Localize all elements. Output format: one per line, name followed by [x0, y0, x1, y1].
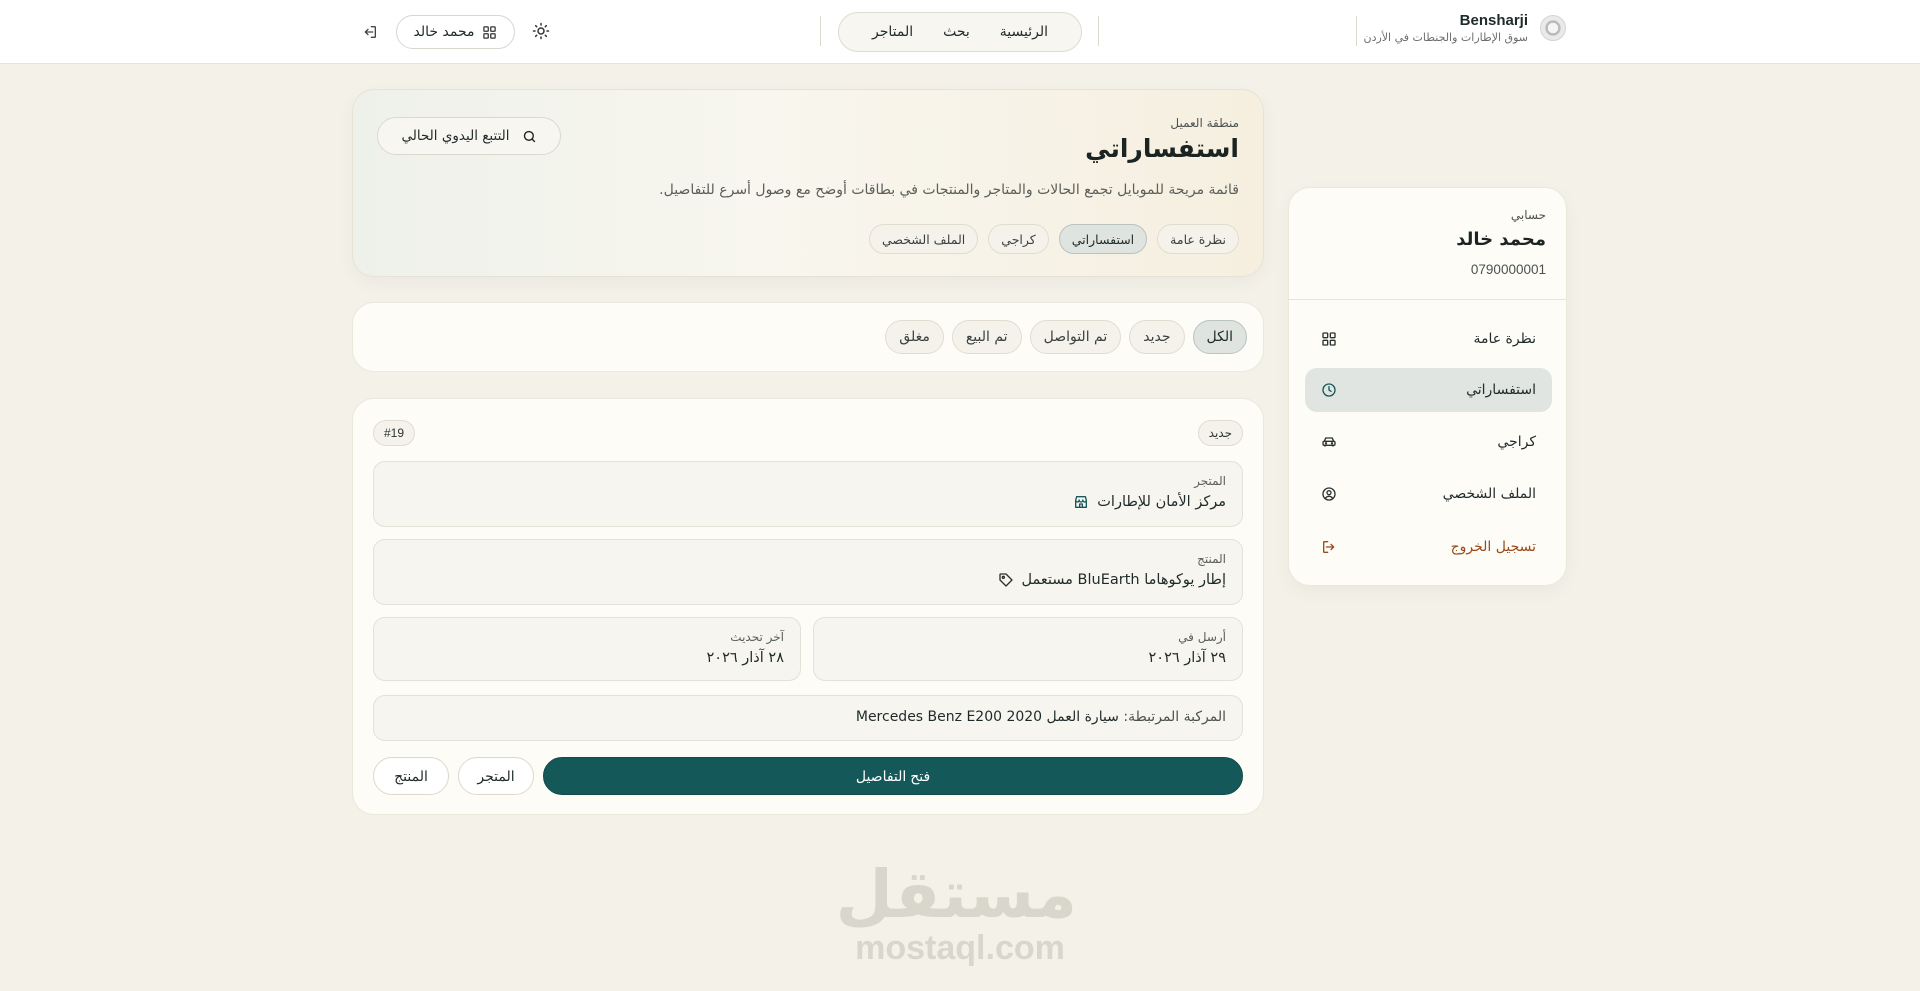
hero-card: منطقة العميل استفساراتي قائمة مريحة للمو…	[352, 89, 1264, 277]
updated-label: آخر تحديث	[730, 630, 784, 644]
store-button[interactable]: المتجر	[458, 757, 534, 795]
sidebar-item-label: الملف الشخصي	[1442, 486, 1536, 502]
brand-tagline: سوق الإطارات والجنطات في الأردن	[1363, 31, 1529, 44]
sidebar-item-inquiries[interactable]: استفساراتي	[1305, 368, 1552, 412]
watermark-latin: mostaql.com	[855, 929, 1065, 967]
filter-new[interactable]: جديد	[1129, 320, 1185, 354]
brand-logo	[1540, 15, 1566, 41]
product-value: إطار يوكوهاما BluEarth مستعمل	[1021, 572, 1227, 588]
sidebar-item-label: كراجي	[1497, 434, 1536, 450]
vehicle-value: سيارة العمل Mercedes Benz E200 2020	[855, 709, 1119, 725]
store-field: المتجر مركز الأمان للإطارات	[373, 461, 1243, 527]
user-circle-icon	[1321, 486, 1337, 502]
nav-home[interactable]: الرئيسية	[1000, 24, 1048, 40]
user-chip-label: محمد خالد	[413, 24, 475, 40]
header-divider	[1356, 16, 1357, 46]
updated-value: ٢٨ آذار ٢٠٢٦	[706, 650, 784, 666]
user-dashboard-button[interactable]: محمد خالد	[396, 15, 515, 49]
manual-tracking-label: التتبع اليدوي الحالي	[401, 128, 510, 144]
manual-tracking-button[interactable]: التتبع اليدوي الحالي	[377, 117, 561, 155]
clock-icon	[1321, 382, 1337, 398]
grid-icon	[482, 25, 497, 40]
sidebar-kicker: حسابي	[1510, 208, 1546, 222]
sidebar-item-profile[interactable]: الملف الشخصي	[1305, 472, 1552, 516]
watermark: مستقل mostaql.com	[835, 856, 1079, 967]
nav-stores[interactable]: المتاجر	[872, 24, 913, 40]
sent-value: ٢٩ آذار ٢٠٢٦	[1148, 650, 1226, 666]
sent-label: أرسل في	[1178, 630, 1226, 644]
brand[interactable]: Bensharji سوق الإطارات والجنطات في الأرد…	[1363, 12, 1566, 44]
header-divider	[1098, 16, 1099, 46]
hero-description: قائمة مريحة للموبايل تجمع الحالات والمتا…	[659, 182, 1239, 198]
sidebar-user-phone: 0790000001	[1470, 262, 1546, 277]
tab-inquiries[interactable]: استفساراتي	[1058, 224, 1148, 254]
car-icon	[1321, 434, 1337, 450]
store-label: المتجر	[1194, 474, 1226, 488]
tab-garage[interactable]: كراجي	[988, 224, 1049, 254]
status-filter-bar: الكل جديد تم التواصل تم البيع مغلق	[352, 302, 1264, 372]
sidebar-item-label: نظرة عامة	[1473, 331, 1536, 347]
nav-search[interactable]: بحث	[943, 24, 970, 40]
sent-date-field: أرسل في ٢٩ آذار ٢٠٢٦	[813, 617, 1243, 681]
product-field: المنتج إطار يوكوهاما BluEarth مستعمل	[373, 539, 1243, 605]
open-details-button[interactable]: فتح التفاصيل	[543, 757, 1243, 795]
grid-icon	[1321, 331, 1337, 347]
vehicle-field: المركبة المرتبطة: سيارة العمل Mercedes B…	[373, 695, 1243, 741]
page-title: استفساراتي	[1085, 134, 1239, 163]
inquiry-card: جديد #19 المتجر مركز الأمان للإطارات الم…	[352, 398, 1264, 815]
logout-icon[interactable]	[362, 24, 378, 40]
watermark-arabic: مستقل	[835, 856, 1079, 933]
tag-icon	[998, 572, 1014, 588]
tab-overview[interactable]: نظرة عامة	[1157, 224, 1239, 254]
sidebar-item-label: تسجيل الخروج	[1450, 539, 1536, 555]
header-divider	[820, 16, 821, 46]
logout-icon	[1321, 539, 1337, 555]
top-header: Bensharji سوق الإطارات والجنطات في الأرد…	[0, 0, 1920, 64]
sidebar-item-overview[interactable]: نظرة عامة	[1305, 317, 1552, 361]
sun-icon[interactable]	[532, 22, 550, 40]
updated-date-field: آخر تحديث ٢٨ آذار ٢٠٢٦	[373, 617, 801, 681]
main-nav: الرئيسية بحث المتاجر	[838, 12, 1082, 52]
store-icon	[1073, 494, 1089, 510]
sidebar-item-logout[interactable]: تسجيل الخروج	[1305, 525, 1552, 569]
sidebar-user-name: محمد خالد	[1456, 229, 1546, 250]
inquiry-id: #19	[373, 420, 416, 446]
filter-closed[interactable]: مغلق	[885, 320, 944, 354]
status-badge: جديد	[1197, 420, 1243, 446]
filter-contacted[interactable]: تم التواصل	[1029, 320, 1122, 354]
hero-kicker: منطقة العميل	[1170, 116, 1239, 130]
vehicle-label: المركبة المرتبطة:	[1123, 709, 1226, 725]
account-sidebar: حسابي محمد خالد 0790000001 نظرة عامة است…	[1288, 187, 1567, 586]
store-value: مركز الأمان للإطارات	[1097, 494, 1226, 510]
brand-name: Bensharji	[1459, 12, 1528, 29]
product-button[interactable]: المنتج	[373, 757, 449, 795]
hero-tabs: نظرة عامة استفساراتي كراجي الملف الشخصي	[868, 224, 1239, 254]
sidebar-item-label: استفساراتي	[1466, 382, 1536, 398]
product-label: المنتج	[1197, 552, 1226, 566]
sidebar-item-garage[interactable]: كراجي	[1305, 420, 1552, 464]
tab-profile[interactable]: الملف الشخصي	[868, 224, 979, 254]
filter-all[interactable]: الكل	[1192, 320, 1247, 354]
search-icon	[522, 129, 537, 144]
filter-sold[interactable]: تم البيع	[951, 320, 1022, 354]
sidebar-divider	[1289, 299, 1566, 300]
